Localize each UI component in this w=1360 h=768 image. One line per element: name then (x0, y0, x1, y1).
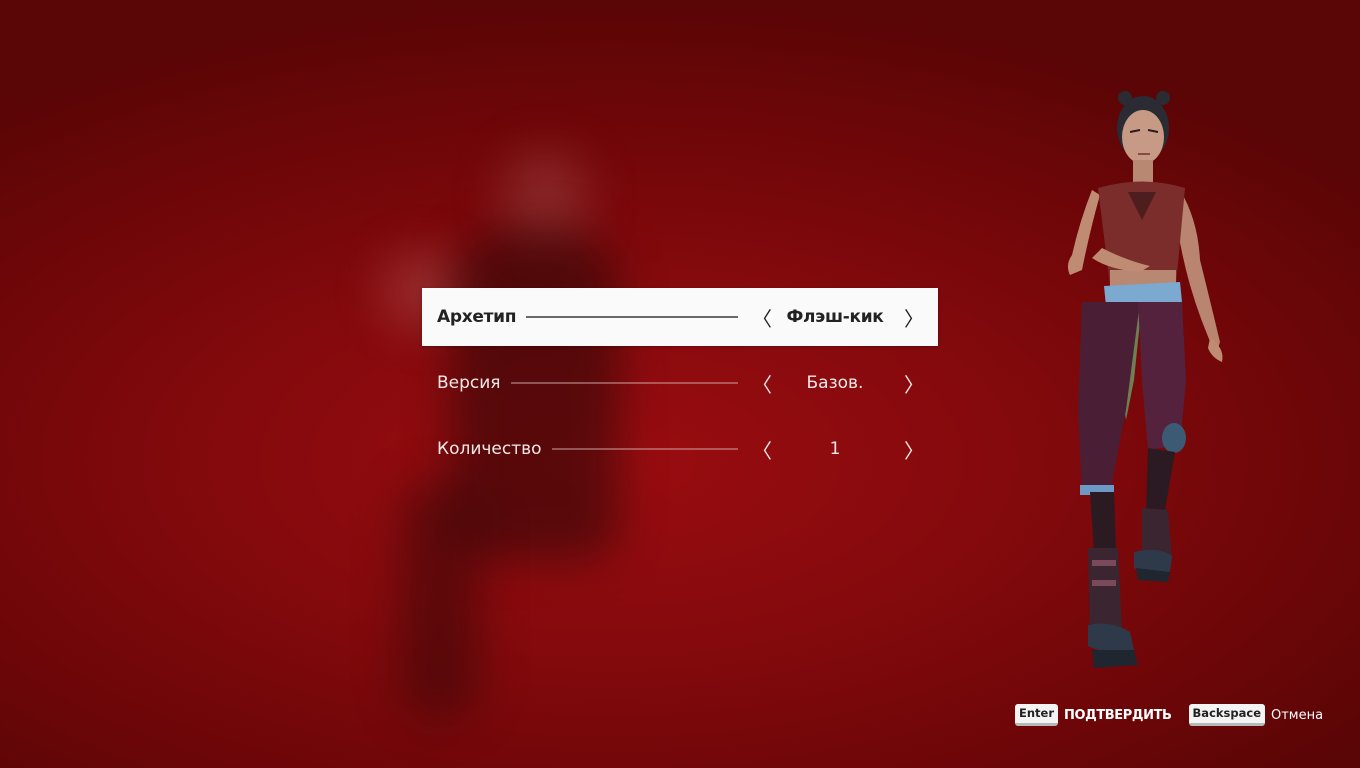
cancel-hint[interactable]: Backspace Отмена (1188, 704, 1324, 726)
chevron-right-icon[interactable]: 〉 (904, 435, 924, 464)
option-divider-line (526, 316, 738, 318)
option-row-archetype[interactable]: Архетип 〈 Флэш-кик 〉 (422, 288, 938, 346)
chevron-left-icon[interactable]: 〈 (752, 435, 772, 464)
enter-key-icon: Enter (1015, 704, 1059, 726)
option-label-version: Версия (437, 373, 501, 393)
character-preview (1067, 91, 1223, 668)
option-divider-line (510, 382, 738, 384)
option-row-version[interactable]: Версия 〈 Базов. 〉 (422, 354, 938, 412)
chevron-left-icon[interactable]: 〈 (752, 369, 772, 398)
chevron-left-icon[interactable]: 〈 (752, 303, 772, 332)
chevron-right-icon[interactable]: 〉 (904, 303, 924, 332)
background-blur-leg (400, 480, 480, 720)
confirm-hint[interactable]: Enter ПОДТВЕРДИТЬ (1015, 704, 1189, 726)
backspace-key-icon: Backspace (1188, 704, 1265, 726)
option-label-archetype: Архетип (437, 307, 517, 327)
option-value-version: Базов. (806, 373, 864, 393)
game-screen: Архетип 〈 Флэш-кик 〉 Версия 〈 Базов. 〉 К… (0, 0, 1360, 768)
options-menu: Архетип 〈 Флэш-кик 〉 Версия 〈 Базов. 〉 К… (422, 288, 938, 486)
option-divider-line (551, 448, 738, 450)
option-row-quantity[interactable]: Количество 〈 1 〉 (422, 420, 938, 478)
control-hints: Enter ПОДТВЕРДИТЬ Backspace Отмена (1015, 704, 1323, 726)
confirm-label: ПОДТВЕРДИТЬ (1064, 707, 1172, 723)
cancel-label: Отмена (1271, 707, 1324, 723)
background-blur-head (500, 150, 590, 250)
option-value-archetype: Флэш-кик (786, 307, 884, 327)
option-label-quantity: Количество (437, 439, 542, 459)
option-value-quantity: 1 (829, 439, 841, 459)
chevron-right-icon[interactable]: 〉 (904, 369, 924, 398)
